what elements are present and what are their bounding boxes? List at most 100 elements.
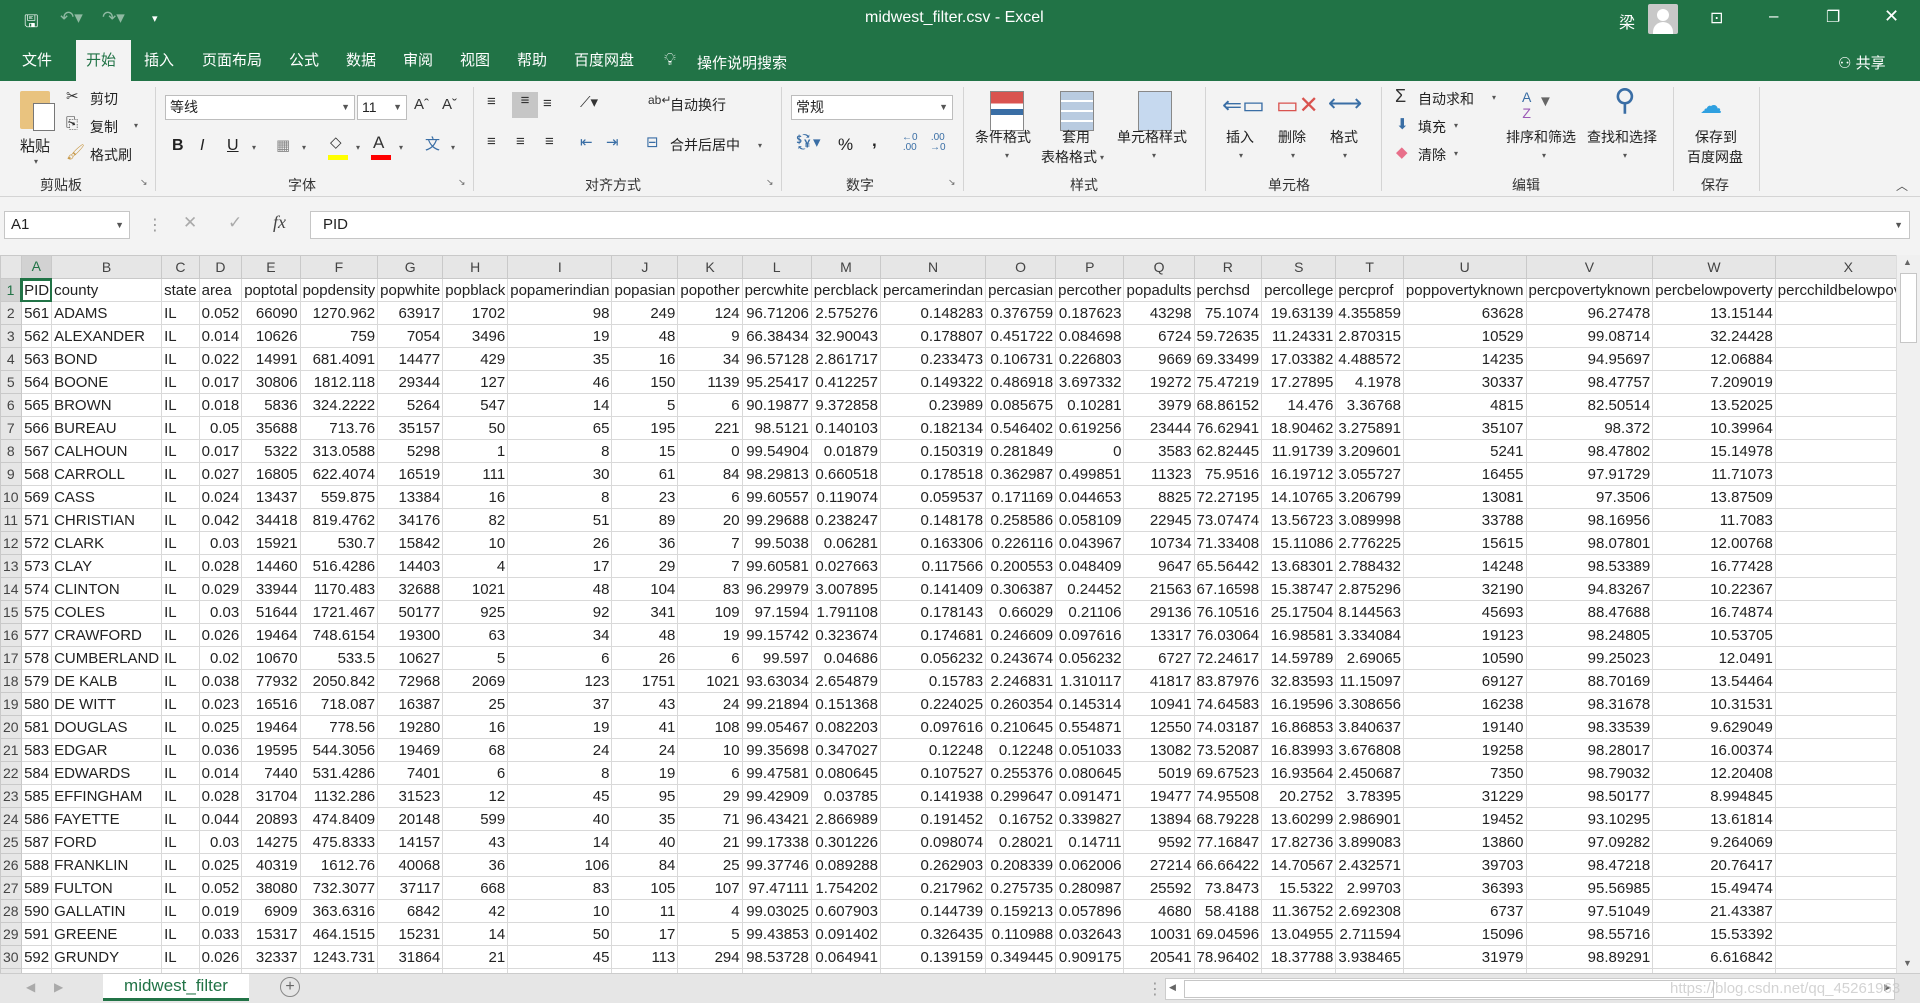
cell-E25[interactable]: 14275 (241, 830, 301, 854)
tab-formulas[interactable]: 公式 (279, 40, 329, 81)
cell-U17[interactable]: 10590 (1402, 646, 1527, 670)
cell-I29[interactable]: 50 (507, 922, 613, 946)
cell-P4[interactable]: 0.226803 (1055, 347, 1125, 371)
cell-X27[interactable] (1774, 876, 1896, 900)
cell-V10[interactable]: 97.3506 (1525, 485, 1654, 509)
cell-J28[interactable]: 11 (611, 899, 679, 923)
cell-D8[interactable]: 0.017 (198, 439, 243, 463)
cell-N28[interactable]: 0.144739 (879, 899, 987, 923)
cell-R6[interactable]: 68.86152 (1193, 393, 1263, 417)
cell-X7[interactable] (1774, 416, 1896, 440)
cell-P18[interactable]: 1.310117 (1055, 669, 1125, 693)
cell-P19[interactable]: 0.145314 (1055, 692, 1125, 716)
cell-B26[interactable]: FRANKLIN (51, 853, 163, 877)
cell-L12[interactable]: 99.5038 (741, 531, 812, 555)
cell-I11[interactable]: 51 (507, 508, 613, 532)
cell-G17[interactable]: 10627 (377, 646, 444, 670)
cell-F13[interactable]: 516.4286 (299, 554, 379, 578)
cell-R14[interactable]: 67.16598 (1193, 577, 1263, 601)
cell-I2[interactable]: 98 (507, 301, 613, 325)
cell-V14[interactable]: 94.83267 (1525, 577, 1654, 601)
cell-S8[interactable]: 11.91739 (1261, 439, 1337, 463)
cell-K26[interactable]: 25 (677, 853, 743, 877)
cell-H6[interactable]: 547 (442, 393, 509, 417)
cell-I18[interactable]: 123 (507, 669, 613, 693)
row-header-26[interactable]: 26 (0, 853, 22, 877)
cell-V16[interactable]: 98.24805 (1525, 623, 1654, 647)
cell-K7[interactable]: 221 (677, 416, 743, 440)
cell-Q23[interactable]: 19477 (1123, 784, 1195, 808)
cell-D26[interactable]: 0.025 (198, 853, 243, 877)
row-header-4[interactable]: 4 (0, 347, 22, 371)
cell-K28[interactable]: 4 (677, 899, 743, 923)
cell-P24[interactable]: 0.339827 (1055, 807, 1125, 831)
header-cell-O[interactable]: percasian (985, 278, 1057, 302)
cell-C28[interactable]: IL (161, 899, 200, 923)
worksheet-grid[interactable]: A B C D E F G H I J K L M N O P Q R S T U V W X 1 PID county state a… (0, 255, 1896, 973)
cell-V9[interactable]: 97.91729 (1525, 462, 1654, 486)
cell-H4[interactable]: 429 (442, 347, 509, 371)
cell-Q13[interactable]: 9647 (1123, 554, 1195, 578)
cell-E22[interactable]: 7440 (241, 761, 301, 785)
cell-G8[interactable]: 5298 (377, 439, 444, 463)
cell-R20[interactable]: 74.03187 (1193, 715, 1263, 739)
cell-J25[interactable]: 40 (611, 830, 679, 854)
cell-O3[interactable]: 0.451722 (985, 324, 1057, 348)
clear-button[interactable]: 清除 (1418, 145, 1446, 165)
cell-O10[interactable]: 0.171169 (985, 485, 1057, 509)
tab-page-layout[interactable]: 页面布局 (192, 40, 272, 81)
cell-D19[interactable]: 0.023 (198, 692, 243, 716)
cell-E3[interactable]: 10626 (241, 324, 301, 348)
cell-L8[interactable]: 99.54904 (741, 439, 812, 463)
cell-V22[interactable]: 98.79032 (1525, 761, 1654, 785)
header-cell-V[interactable]: percpovertyknown (1525, 278, 1654, 302)
cell-O9[interactable]: 0.362987 (985, 462, 1057, 486)
cell-A30[interactable]: 592 (20, 945, 53, 969)
cell-R26[interactable]: 66.66422 (1193, 853, 1263, 877)
cell-Q2[interactable]: 43298 (1123, 301, 1195, 325)
cell-G22[interactable]: 7401 (377, 761, 444, 785)
cell-J6[interactable]: 5 (611, 393, 679, 417)
cell-C30[interactable]: IL (161, 945, 200, 969)
cell-H15[interactable]: 925 (442, 600, 509, 624)
cell-M13[interactable]: 0.027663 (810, 554, 882, 578)
cell-R18[interactable]: 83.87976 (1193, 669, 1263, 693)
header-cell-F[interactable]: popdensity (299, 278, 379, 302)
align-bottom-icon[interactable]: ≡ (543, 95, 552, 112)
cell-U13[interactable]: 14248 (1402, 554, 1527, 578)
cell-B29[interactable]: GREENE (51, 922, 163, 946)
cell-C22[interactable]: IL (161, 761, 200, 785)
cell-R5[interactable]: 75.47219 (1193, 370, 1263, 394)
cell-K16[interactable]: 19 (677, 623, 743, 647)
cell-V12[interactable]: 98.07801 (1525, 531, 1654, 555)
cell-L16[interactable]: 99.15742 (741, 623, 812, 647)
italic-button[interactable]: I (200, 137, 204, 155)
cell-I13[interactable]: 17 (507, 554, 613, 578)
cell-B14[interactable]: CLINTON (51, 577, 163, 601)
cell-J29[interactable]: 17 (611, 922, 679, 946)
cell-X10[interactable] (1774, 485, 1896, 509)
phonetic-icon[interactable]: 文 (425, 133, 440, 154)
cell-C26[interactable]: IL (161, 853, 200, 877)
cell-K10[interactable]: 6 (677, 485, 743, 509)
cell-J8[interactable]: 15 (611, 439, 679, 463)
cell-T20[interactable]: 3.840637 (1335, 715, 1404, 739)
cell-M6[interactable]: 9.372858 (810, 393, 882, 417)
cell-A12[interactable]: 572 (20, 531, 53, 555)
cell-E24[interactable]: 20893 (241, 807, 301, 831)
cell-M24[interactable]: 2.866989 (810, 807, 882, 831)
cell-J9[interactable]: 61 (611, 462, 679, 486)
cell-T28[interactable]: 2.692308 (1335, 899, 1404, 923)
header-cell-S[interactable]: percollege (1261, 278, 1337, 302)
cell-N9[interactable]: 0.178518 (879, 462, 987, 486)
cell-M21[interactable]: 0.347027 (810, 738, 882, 762)
cell-E10[interactable]: 13437 (241, 485, 301, 509)
cell-G5[interactable]: 29344 (377, 370, 444, 394)
cell-Q21[interactable]: 13082 (1123, 738, 1195, 762)
cell-V2[interactable]: 96.27478 (1525, 301, 1654, 325)
cell-O17[interactable]: 0.243674 (985, 646, 1057, 670)
cell-F18[interactable]: 2050.842 (299, 669, 379, 693)
cell-L15[interactable]: 97.1594 (741, 600, 812, 624)
cell-A11[interactable]: 571 (20, 508, 53, 532)
cell-K11[interactable]: 20 (677, 508, 743, 532)
